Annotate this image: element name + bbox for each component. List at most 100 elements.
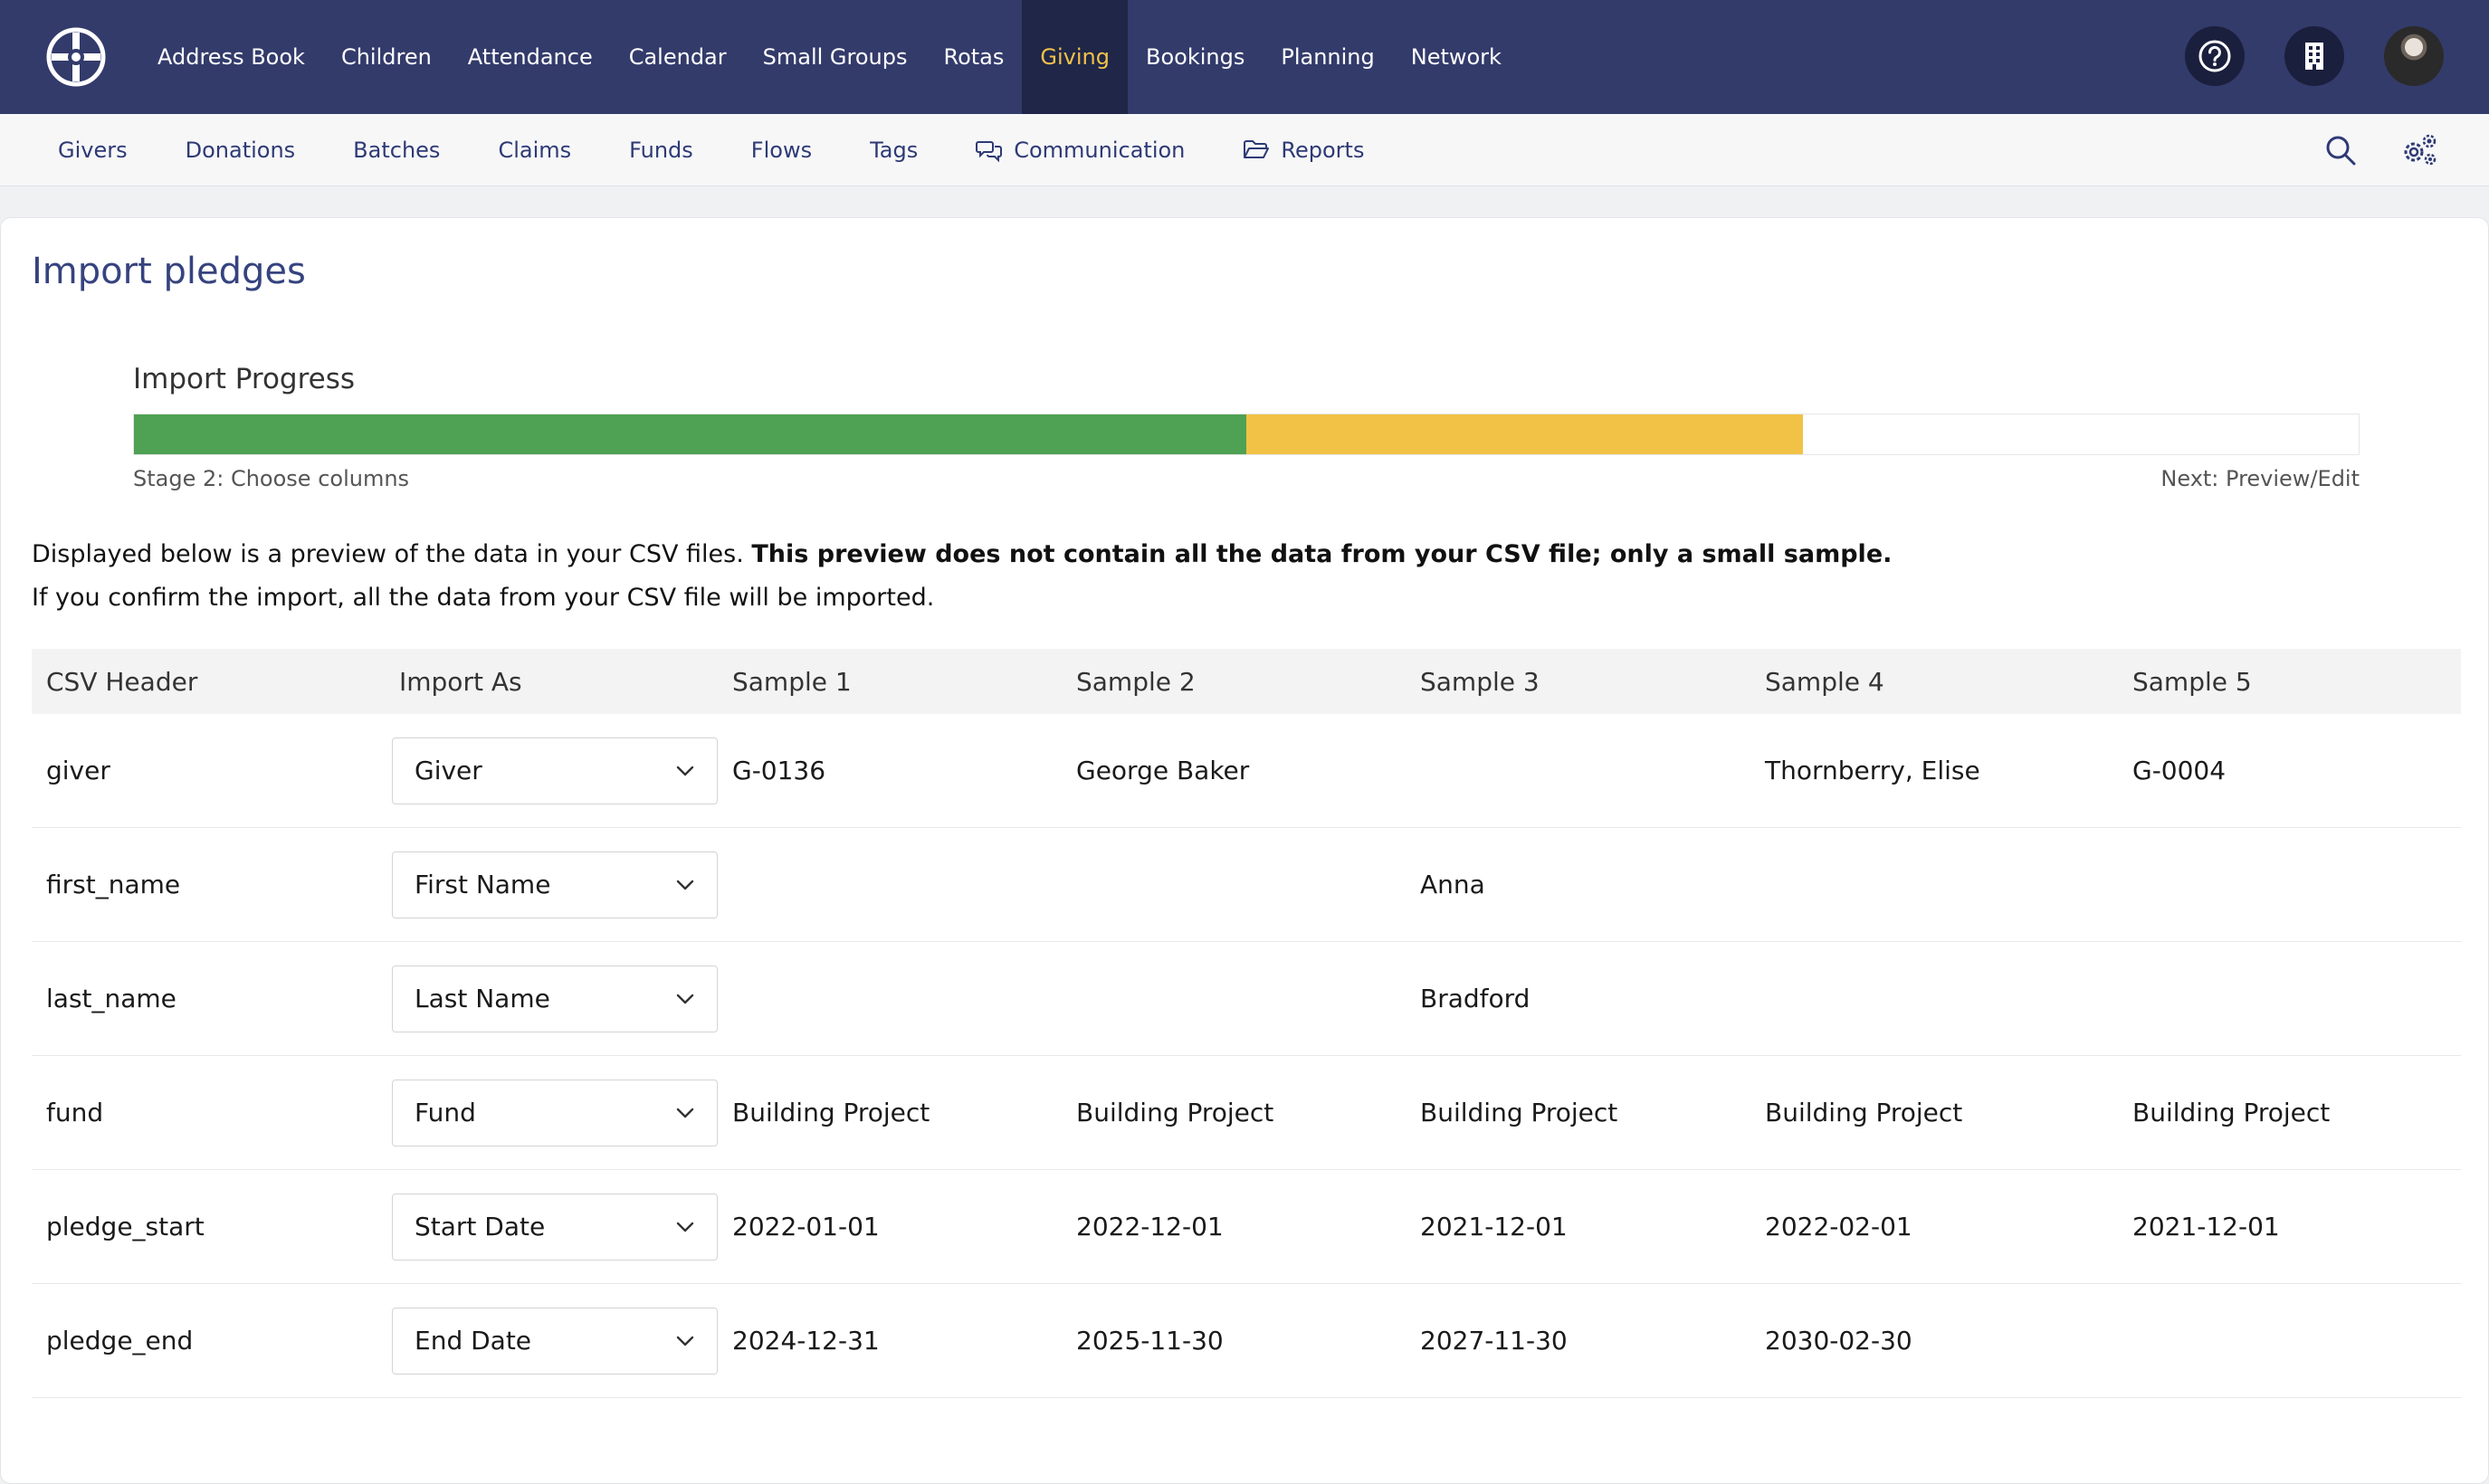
column-header: Sample 4 xyxy=(1765,666,1884,697)
table-row: last_name Last Name Bradford xyxy=(32,942,2461,1056)
nav-network[interactable]: Network xyxy=(1393,0,1520,114)
subnav-communication[interactable]: Communication xyxy=(947,138,1214,163)
progress-next: Next: Preview/Edit xyxy=(2160,466,2360,491)
top-navigation-bar: Address Book Children Attendance Calenda… xyxy=(0,0,2489,114)
table-body: giver Giver G-0136 George Baker Thornber… xyxy=(32,714,2461,1398)
import-as-select[interactable]: End Date xyxy=(392,1307,718,1375)
subnav-tags[interactable]: Tags xyxy=(841,138,947,163)
chat-icon xyxy=(976,140,1003,162)
import-as-cell: End Date xyxy=(385,1307,718,1375)
folder-icon xyxy=(1244,139,1270,158)
import-as-select[interactable]: First Name xyxy=(392,851,718,918)
csv-header-cell: giver xyxy=(46,756,110,785)
search-icon xyxy=(2326,136,2356,166)
sample-cell: G-0004 xyxy=(2132,756,2227,785)
csv-header-cell: last_name xyxy=(46,984,176,1013)
progress-label: Import Progress xyxy=(133,363,356,395)
import-as-cell: Start Date xyxy=(385,1193,718,1260)
import-as-select[interactable]: Start Date xyxy=(392,1193,718,1260)
select-value: Start Date xyxy=(415,1212,546,1241)
giving-menu: Givers Donations Batches Claims Funds Fl… xyxy=(29,138,1393,163)
nav-children[interactable]: Children xyxy=(323,0,450,114)
nav-giving[interactable]: Giving xyxy=(1022,0,1128,114)
chevron-down-icon xyxy=(676,1108,694,1118)
table-row: pledge_end End Date 2024-12-31 2025-11-3… xyxy=(32,1284,2461,1398)
sample-cell: Building Project xyxy=(732,1098,930,1127)
sample-cell: Building Project xyxy=(1420,1098,1618,1127)
nav-small-groups[interactable]: Small Groups xyxy=(745,0,926,114)
csv-header-cell: first_name xyxy=(46,870,181,899)
subnav-claims[interactable]: Claims xyxy=(469,138,600,163)
subnav-funds[interactable]: Funds xyxy=(600,138,722,163)
progress-stage: Stage 2: Choose columns xyxy=(133,466,410,491)
table-header-row: CSV Header Import As Sample 1 Sample 2 S… xyxy=(32,649,2461,714)
intro-line-2: If you confirm the import, all the data … xyxy=(32,584,935,613)
page-title: Import pledges xyxy=(32,251,306,292)
sample-cell: Thornberry, Elise xyxy=(1765,756,1980,785)
import-as-cell: Last Name xyxy=(385,965,718,1032)
progress-completed-segment xyxy=(134,414,1246,454)
csv-header-cell: pledge_end xyxy=(46,1326,194,1356)
import-as-cell: Fund xyxy=(385,1079,718,1146)
column-header: Sample 1 xyxy=(732,666,852,697)
select-value: First Name xyxy=(415,870,551,899)
church-logo-icon[interactable] xyxy=(45,26,107,88)
giving-sub-navigation: Givers Donations Batches Claims Funds Fl… xyxy=(0,114,2489,186)
select-value: Giver xyxy=(415,756,482,785)
intro-line-1: Displayed below is a preview of the data… xyxy=(32,540,2457,569)
main-menu: Address Book Children Attendance Calenda… xyxy=(139,0,1520,114)
top-right-actions xyxy=(2185,26,2444,86)
subnav-label: Funds xyxy=(629,137,693,163)
subnav-label: Tags xyxy=(870,137,919,163)
import-as-select[interactable]: Last Name xyxy=(392,965,718,1032)
chevron-down-icon xyxy=(676,766,694,775)
import-card: Import pledges Import Progress Stage 2: … xyxy=(0,217,2489,1484)
subnav-donations[interactable]: Donations xyxy=(157,138,325,163)
chevron-down-icon xyxy=(676,994,694,1004)
nav-calendar[interactable]: Calendar xyxy=(611,0,745,114)
column-header: Sample 2 xyxy=(1076,666,1196,697)
chevron-down-icon xyxy=(676,880,694,889)
progress-meta: Stage 2: Choose columns Next: Preview/Ed… xyxy=(133,466,2360,491)
nav-planning[interactable]: Planning xyxy=(1263,0,1392,114)
nav-address-book[interactable]: Address Book xyxy=(139,0,323,114)
sample-cell: 2021-12-01 xyxy=(1420,1212,1568,1241)
column-header: CSV Header xyxy=(46,666,198,697)
select-value: Fund xyxy=(415,1098,476,1127)
sub-right-actions xyxy=(2319,128,2442,172)
table-row: first_name First Name Anna xyxy=(32,828,2461,942)
subnav-label: Donations xyxy=(185,137,296,163)
settings-button[interactable] xyxy=(2398,128,2442,172)
gears-icon xyxy=(2404,134,2437,166)
import-progress: Import Progress Stage 2: Choose columns … xyxy=(133,363,2360,491)
intro-plain: Displayed below is a preview of the data… xyxy=(32,540,752,568)
subnav-label: Batches xyxy=(353,137,441,163)
intro-text: Displayed below is a preview of the data… xyxy=(32,540,2457,628)
organisation-button[interactable] xyxy=(2284,26,2344,86)
progress-bar xyxy=(133,414,2360,455)
user-avatar[interactable] xyxy=(2384,26,2444,86)
subnav-label: Communication xyxy=(1014,137,1186,163)
subnav-batches[interactable]: Batches xyxy=(324,138,469,163)
column-header: Sample 5 xyxy=(2132,666,2252,697)
sample-cell: G-0136 xyxy=(732,756,826,785)
column-header: Import As xyxy=(399,666,522,697)
nav-rotas[interactable]: Rotas xyxy=(925,0,1022,114)
sample-cell: 2022-02-01 xyxy=(1765,1212,1912,1241)
sample-cell: Building Project xyxy=(1076,1098,1274,1127)
help-button[interactable] xyxy=(2185,26,2245,86)
nav-attendance[interactable]: Attendance xyxy=(450,0,611,114)
subnav-reports[interactable]: Reports xyxy=(1214,138,1393,163)
sample-cell: Building Project xyxy=(1765,1098,1963,1127)
building-icon xyxy=(2305,43,2323,70)
import-as-select[interactable]: Giver xyxy=(392,737,718,804)
subnav-flows[interactable]: Flows xyxy=(722,138,841,163)
sample-cell: 2022-12-01 xyxy=(1076,1212,1224,1241)
import-as-select[interactable]: Fund xyxy=(392,1079,718,1146)
sample-cell: 2022-01-01 xyxy=(732,1212,880,1241)
subnav-givers[interactable]: Givers xyxy=(29,138,157,163)
nav-bookings[interactable]: Bookings xyxy=(1128,0,1263,114)
search-button[interactable] xyxy=(2319,128,2362,172)
table-row: pledge_start Start Date 2022-01-01 2022-… xyxy=(32,1170,2461,1284)
csv-header-cell: pledge_start xyxy=(46,1212,205,1241)
